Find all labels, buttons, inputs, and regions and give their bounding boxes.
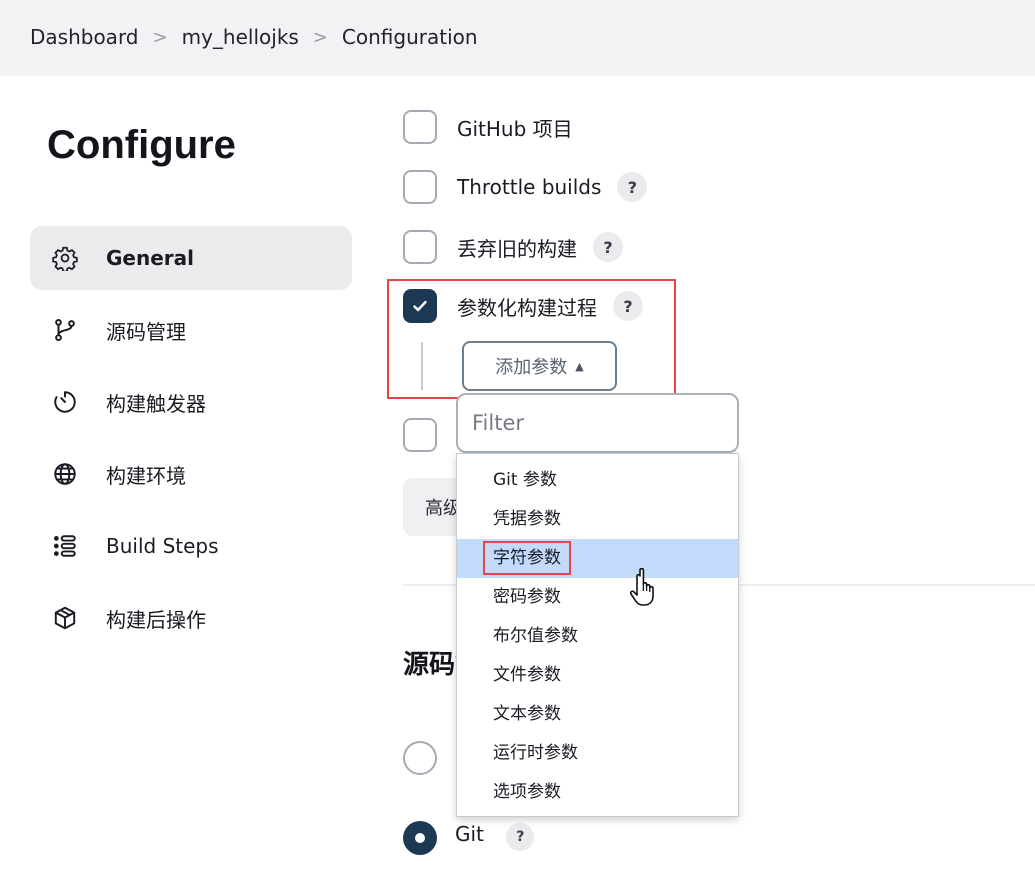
menu-item-password-parameter[interactable]: 密码参数 [457,578,738,617]
option-throttle-builds: Throttle builds ? [403,167,648,207]
option-label: Throttle builds [457,175,602,199]
indent-line [421,342,423,390]
option-label: GitHub 项目 [457,116,573,141]
throttle-builds-checkbox[interactable] [403,170,437,204]
sidebar-item-triggers[interactable]: 构建触发器 [30,370,352,434]
sidebar-item-label: General [106,246,194,270]
breadcrumb-bar: Dashboard > my_hellojks > Configuration [0,0,1035,76]
menu-item-label: 凭据参数 [493,509,561,529]
menu-item-text-parameter[interactable]: 文本参数 [457,695,738,734]
sidebar-item-label: Build Steps [106,534,219,558]
caret-up-icon: ▲ [575,359,584,373]
menu-item-label: 布尔值参数 [493,626,578,646]
menu-item-credentials-parameter[interactable]: 凭据参数 [457,500,738,539]
sidebar-item-build-steps[interactable]: Build Steps [30,514,352,578]
sidebar-item-general[interactable]: General [30,226,352,290]
menu-item-run-parameter[interactable]: 运行时参数 [457,734,738,773]
menu-item-label: 运行时参数 [493,743,578,763]
hidden-option-checkbox[interactable] [403,418,437,452]
menu-item-git-parameter[interactable]: Git 参数 [457,461,738,500]
git-label: Git [455,822,484,846]
sidebar-item-post-build[interactable]: 构建后操作 [30,586,352,650]
option-github-project: GitHub 项目 [403,107,573,147]
branch-icon [52,317,78,343]
menu-item-file-parameter[interactable]: 文件参数 [457,656,738,695]
sidebar-item-environment[interactable]: 构建环境 [30,442,352,506]
scm-none-radio[interactable] [403,741,437,775]
timer-icon [52,389,78,415]
add-parameter-menu: Git 参数 凭据参数 字符参数 密码参数 布尔值参数 文件参数 文本参数 运行… [456,453,739,817]
menu-item-label: 文本参数 [493,704,561,724]
menu-item-label: 文件参数 [493,665,561,685]
sidebar-item-label: 构建环境 [106,463,186,488]
sidebar-nav: General 源码管理 构建触发器 构建环境 Build Steps 构建后操… [30,226,352,658]
github-project-checkbox[interactable] [403,110,437,144]
breadcrumb-separator: > [152,26,168,48]
option-discard-old-builds: 丢弃旧的构建 ? [403,227,623,267]
globe-icon [52,461,78,487]
add-parameter-label: 添加参数 [495,357,568,378]
help-icon[interactable]: ? [593,232,623,262]
sidebar-item-label: 构建后操作 [106,607,206,632]
help-icon[interactable]: ? [617,172,648,202]
breadcrumb: Dashboard > my_hellojks > Configuration [30,25,478,49]
menu-item-choice-parameter[interactable]: 选项参数 [457,773,738,812]
scm-git-option: Git ? [455,822,535,851]
discard-old-builds-checkbox[interactable] [403,230,437,264]
sidebar-item-label: 构建触发器 [106,391,206,416]
menu-item-label: 选项参数 [493,782,561,802]
add-parameter-button[interactable]: 添加参数 ▲ [462,341,617,391]
menu-item-label: Git 参数 [493,470,557,490]
help-icon[interactable]: ? [506,823,535,851]
breadcrumb-separator: > [312,26,328,48]
menu-item-label: 字符参数 [483,541,571,575]
menu-item-boolean-parameter[interactable]: 布尔值参数 [457,617,738,656]
menu-item-string-parameter[interactable]: 字符参数 [457,539,738,578]
page-title: Configure [47,123,236,167]
cube-icon [52,605,78,631]
breadcrumb-dashboard[interactable]: Dashboard [30,25,139,49]
menu-item-label: 密码参数 [493,587,561,607]
parameter-filter-input[interactable] [456,393,739,453]
list-icon [52,533,78,559]
gear-icon [52,245,78,271]
breadcrumb-project[interactable]: my_hellojks [182,25,299,49]
option-label: 丢弃旧的构建 [457,236,577,261]
sidebar-item-scm[interactable]: 源码管理 [30,298,352,362]
scm-git-radio[interactable] [403,821,437,855]
hand-cursor-icon [629,567,654,606]
sidebar-item-label: 源码管理 [106,319,186,344]
breadcrumb-configuration[interactable]: Configuration [342,25,478,49]
